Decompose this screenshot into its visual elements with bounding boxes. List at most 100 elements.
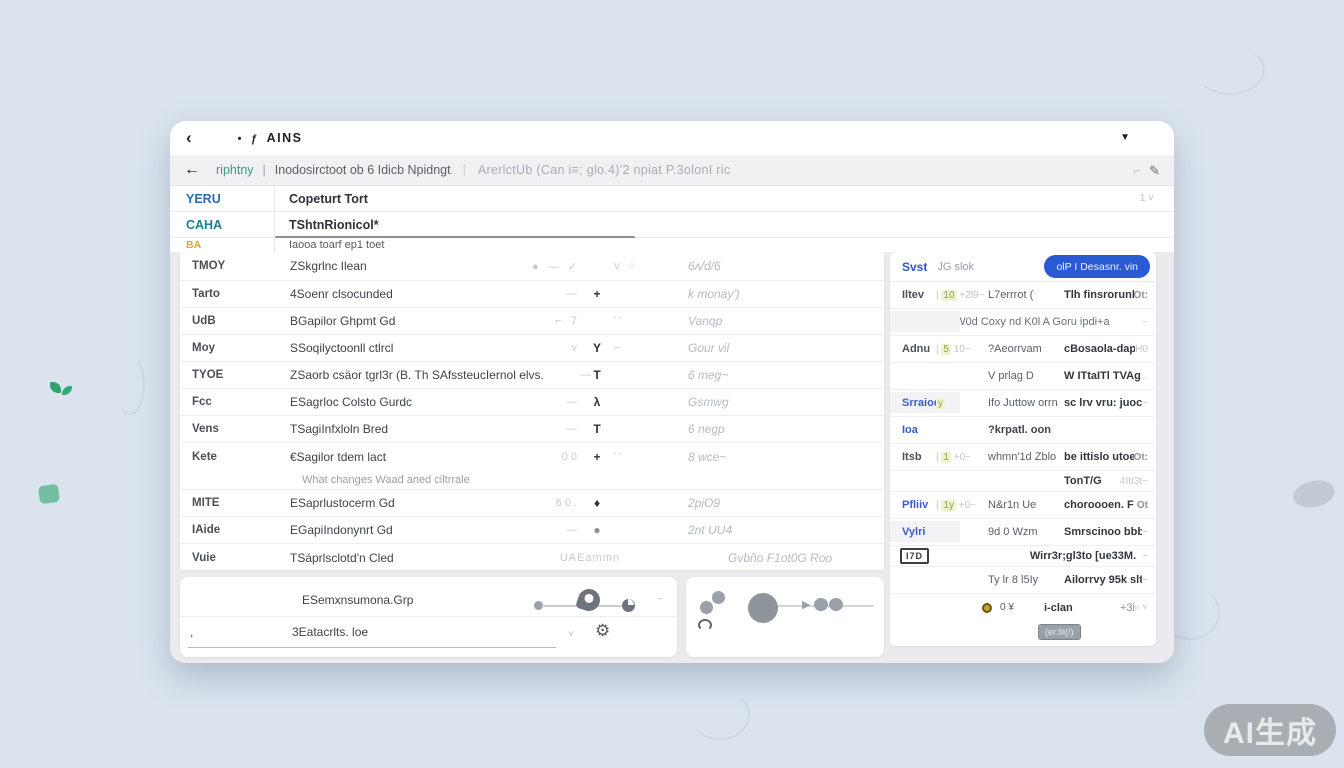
form-row[interactable]: CAHA TShtnRionicol*: [170, 212, 1174, 238]
table-row[interactable]: TMOYZSkgrlnc Ilean● — ✓v ○6ʌ/d/6: [180, 252, 884, 281]
table-note: What changes Waad aned ciltrrale: [180, 470, 884, 490]
scribble-decoration: [690, 690, 750, 740]
highlight-chip: 1y: [941, 500, 956, 511]
table-row[interactable]: MoySSoqilyctoonll ctlrclvY⌐Gour vil: [180, 335, 884, 362]
field-label: YERU: [170, 192, 274, 206]
dot-icon: [700, 601, 713, 614]
leaf-decoration: [62, 386, 72, 395]
panel-row[interactable]: TonT/G 4ItI3t~: [890, 471, 1156, 492]
panel-row[interactable]: Pfliiv | 1y +0~ N&r1n Ue choroooen. F 0%…: [890, 492, 1156, 519]
pie-dot-icon: [622, 599, 635, 612]
check-mark: ˅: [568, 629, 574, 640]
back-arrow-icon[interactable]: ←: [184, 161, 200, 179]
table-row[interactable]: IAideEGapiIndonynrt Gd—●2nt UU4: [180, 517, 884, 544]
ghost-icon: ⌐: [1134, 163, 1142, 178]
back-chevron-icon[interactable]: ‹: [186, 128, 192, 148]
dropdown-caret-icon[interactable]: ▼: [1120, 132, 1130, 143]
breadcrumb-item-2[interactable]: Inodosirctoot ob 6 Idicb Npidngt: [275, 163, 451, 177]
signature-value: 6 meg~: [688, 368, 728, 382]
signature-value: 2piO9: [688, 496, 720, 510]
field-label: BA: [170, 239, 274, 251]
bottom-middle-card: ▶: [686, 577, 884, 657]
tooltip: (er:Ili(/): [1038, 624, 1081, 640]
panel-row[interactable]: Iltev | 10 +2l9~ L7errrot ( Tlh finsroru…: [890, 282, 1156, 309]
field-value: Iaooa toarf ep1 toet: [275, 239, 384, 251]
table-row[interactable]: FccESagrloc Colsto Gurdc—λGsmwg: [180, 389, 884, 416]
content-area: TMOYZSkgrlnc Ilean● — ✓v ○6ʌ/d/6 Tarto4S…: [170, 252, 1174, 663]
signature-value: 6ʌ/d/6: [688, 259, 721, 273]
signature-value: 6 negp: [688, 422, 725, 436]
signature-value: Gsmwg: [688, 395, 729, 409]
breadcrumb-separator: |: [463, 163, 466, 177]
title-flag-icon: ƒ: [251, 133, 259, 145]
table-row[interactable]: Tarto4Soenr clsocunded—+k monay'): [180, 281, 884, 308]
primary-action-button[interactable]: olP I Desasnr. vin: [1044, 255, 1150, 278]
panel-row[interactable]: Vylri 9d 0 Wzm Smrscinoo bbb4t: ~: [890, 519, 1156, 546]
panel-row[interactable]: a W0d Coxy nd K0l A Goru ipdi+a ~: [890, 309, 1156, 336]
ltd-badge: I7D: [900, 548, 929, 564]
form-row[interactable]: BA Iaooa toarf ep1 toet: [170, 238, 1174, 252]
field-label: CAHA: [170, 218, 274, 232]
form-row[interactable]: YERU Copeturt Tort 1 ˅: [170, 186, 1174, 212]
summary-panel: Svst JG slok olP I Desasnr. vin Iltev | …: [890, 252, 1156, 646]
panel-title: Svst: [890, 260, 927, 274]
breadcrumb-separator: |: [263, 163, 266, 177]
gray-blob-decoration: [1291, 477, 1337, 511]
dot-icon: [829, 598, 843, 611]
highlight-chip: 5: [941, 344, 951, 355]
scribble-decoration: [1195, 45, 1265, 95]
underline: [188, 647, 556, 648]
ai-watermark: AI生成: [1204, 704, 1336, 756]
panel-row[interactable]: V prlag D W ITtaITl TVAg ...: [890, 363, 1156, 390]
table-row[interactable]: VensTSagiInfxloln Bred—T6 negp: [180, 416, 884, 443]
title-bullet-icon: •: [238, 133, 243, 145]
panel-subtitle: JG slok: [927, 261, 974, 273]
signature-value: 2nt UU4: [688, 523, 732, 537]
highlight-chip: 1: [941, 452, 951, 463]
play-icon[interactable]: ▶: [802, 598, 810, 611]
dot-icon: [712, 591, 725, 604]
panel-row[interactable]: Itsb | 1 +0~ whmn'1d Zblo be ittislo uto…: [890, 444, 1156, 471]
table-row[interactable]: VuieTSáprlsclotd'n CledUAEammnGvbño F1ot…: [180, 544, 884, 571]
table-row[interactable]: UdBBGapilor Ghpmt Gd⌐ 7''Vanqp: [180, 308, 884, 335]
breadcrumb-item-1[interactable]: riphtny: [216, 163, 254, 177]
panel-row[interactable]: 0 ¥ i-clan +3ira rcorr ‹ ˅: [890, 594, 1156, 621]
bottom-left-card: ESemxnsumona.Grp ~ , 3Eatacrlts. loe ˅ ⚙: [180, 577, 677, 657]
panel-row[interactable]: Ty lr 8 l5Iy Ailorrvy 95k slttd'v ~: [890, 567, 1156, 594]
large-circle-icon[interactable]: [748, 593, 778, 623]
field-value: TShtnRionicol*: [275, 218, 379, 232]
row-right-mark: ~: [657, 594, 663, 605]
green-square-decoration: [38, 484, 60, 505]
gear-icon[interactable]: ⚙: [595, 621, 610, 641]
highlight-chip: y: [936, 398, 945, 409]
edit-icon[interactable]: ✎: [1149, 163, 1160, 178]
panel-header: Svst JG slok olP I Desasnr. vin: [890, 252, 1156, 282]
toolbar: ← riphtny | Inodosirctoot ob 6 Idicb Npi…: [170, 155, 1174, 186]
list-item[interactable]: ESemxnsumona.Grp ~: [180, 583, 677, 617]
signature-value: 8 wce~: [688, 450, 726, 464]
leaf-decoration: [50, 382, 61, 393]
main-table: TMOYZSkgrlnc Ilean● — ✓v ○6ʌ/d/6 Tarto4S…: [180, 252, 884, 570]
titlebar: ‹ •ƒAINS ▼: [170, 121, 1174, 155]
curl-icon: [698, 619, 712, 631]
scribble-decoration: [115, 355, 145, 415]
status-dot-icon: [982, 603, 992, 613]
window-title: •ƒAINS: [238, 131, 303, 145]
field-value: Copeturt Tort: [275, 192, 368, 206]
signature-value: Gvbño F1ot0G Roo: [728, 551, 832, 565]
panel-row[interactable]: Ioa ?krpatl. oon: [890, 417, 1156, 444]
table-row[interactable]: MITEESaprlustocerm Gd60.♦2piO9: [180, 490, 884, 517]
dot-icon: [814, 598, 828, 611]
signature-value: Vanqp: [688, 314, 722, 328]
panel-row[interactable]: Adnu | 5 10~ ?Aeorrvam cBosaola-dapt. H0: [890, 336, 1156, 363]
highlight-chip: 10: [941, 290, 956, 301]
field-right-marks: 1 ˅: [1140, 193, 1154, 204]
signature-value: k monay'): [688, 287, 740, 301]
signature-value: Gour vil: [688, 341, 729, 355]
app-window: ‹ •ƒAINS ▼ ← riphtny | Inodosirctoot ob …: [170, 121, 1174, 663]
panel-row[interactable]: I7D Wirr3r;gl3to [ue33M. ~: [890, 546, 1156, 567]
table-row[interactable]: TYOEZSaorb csäor tgrl3r (B. Th SAfssteuc…: [180, 362, 884, 389]
panel-row[interactable]: Srraioc: y Ifo Juttow orrn sc lrv vru: j…: [890, 390, 1156, 417]
table-row[interactable]: Kete€Sagilor tdem lact00+''8 wce~: [180, 443, 884, 470]
breadcrumb-item-3: ArerlctUb (Can i≡; glo.4)'2 npiat P.3olo…: [478, 163, 731, 177]
